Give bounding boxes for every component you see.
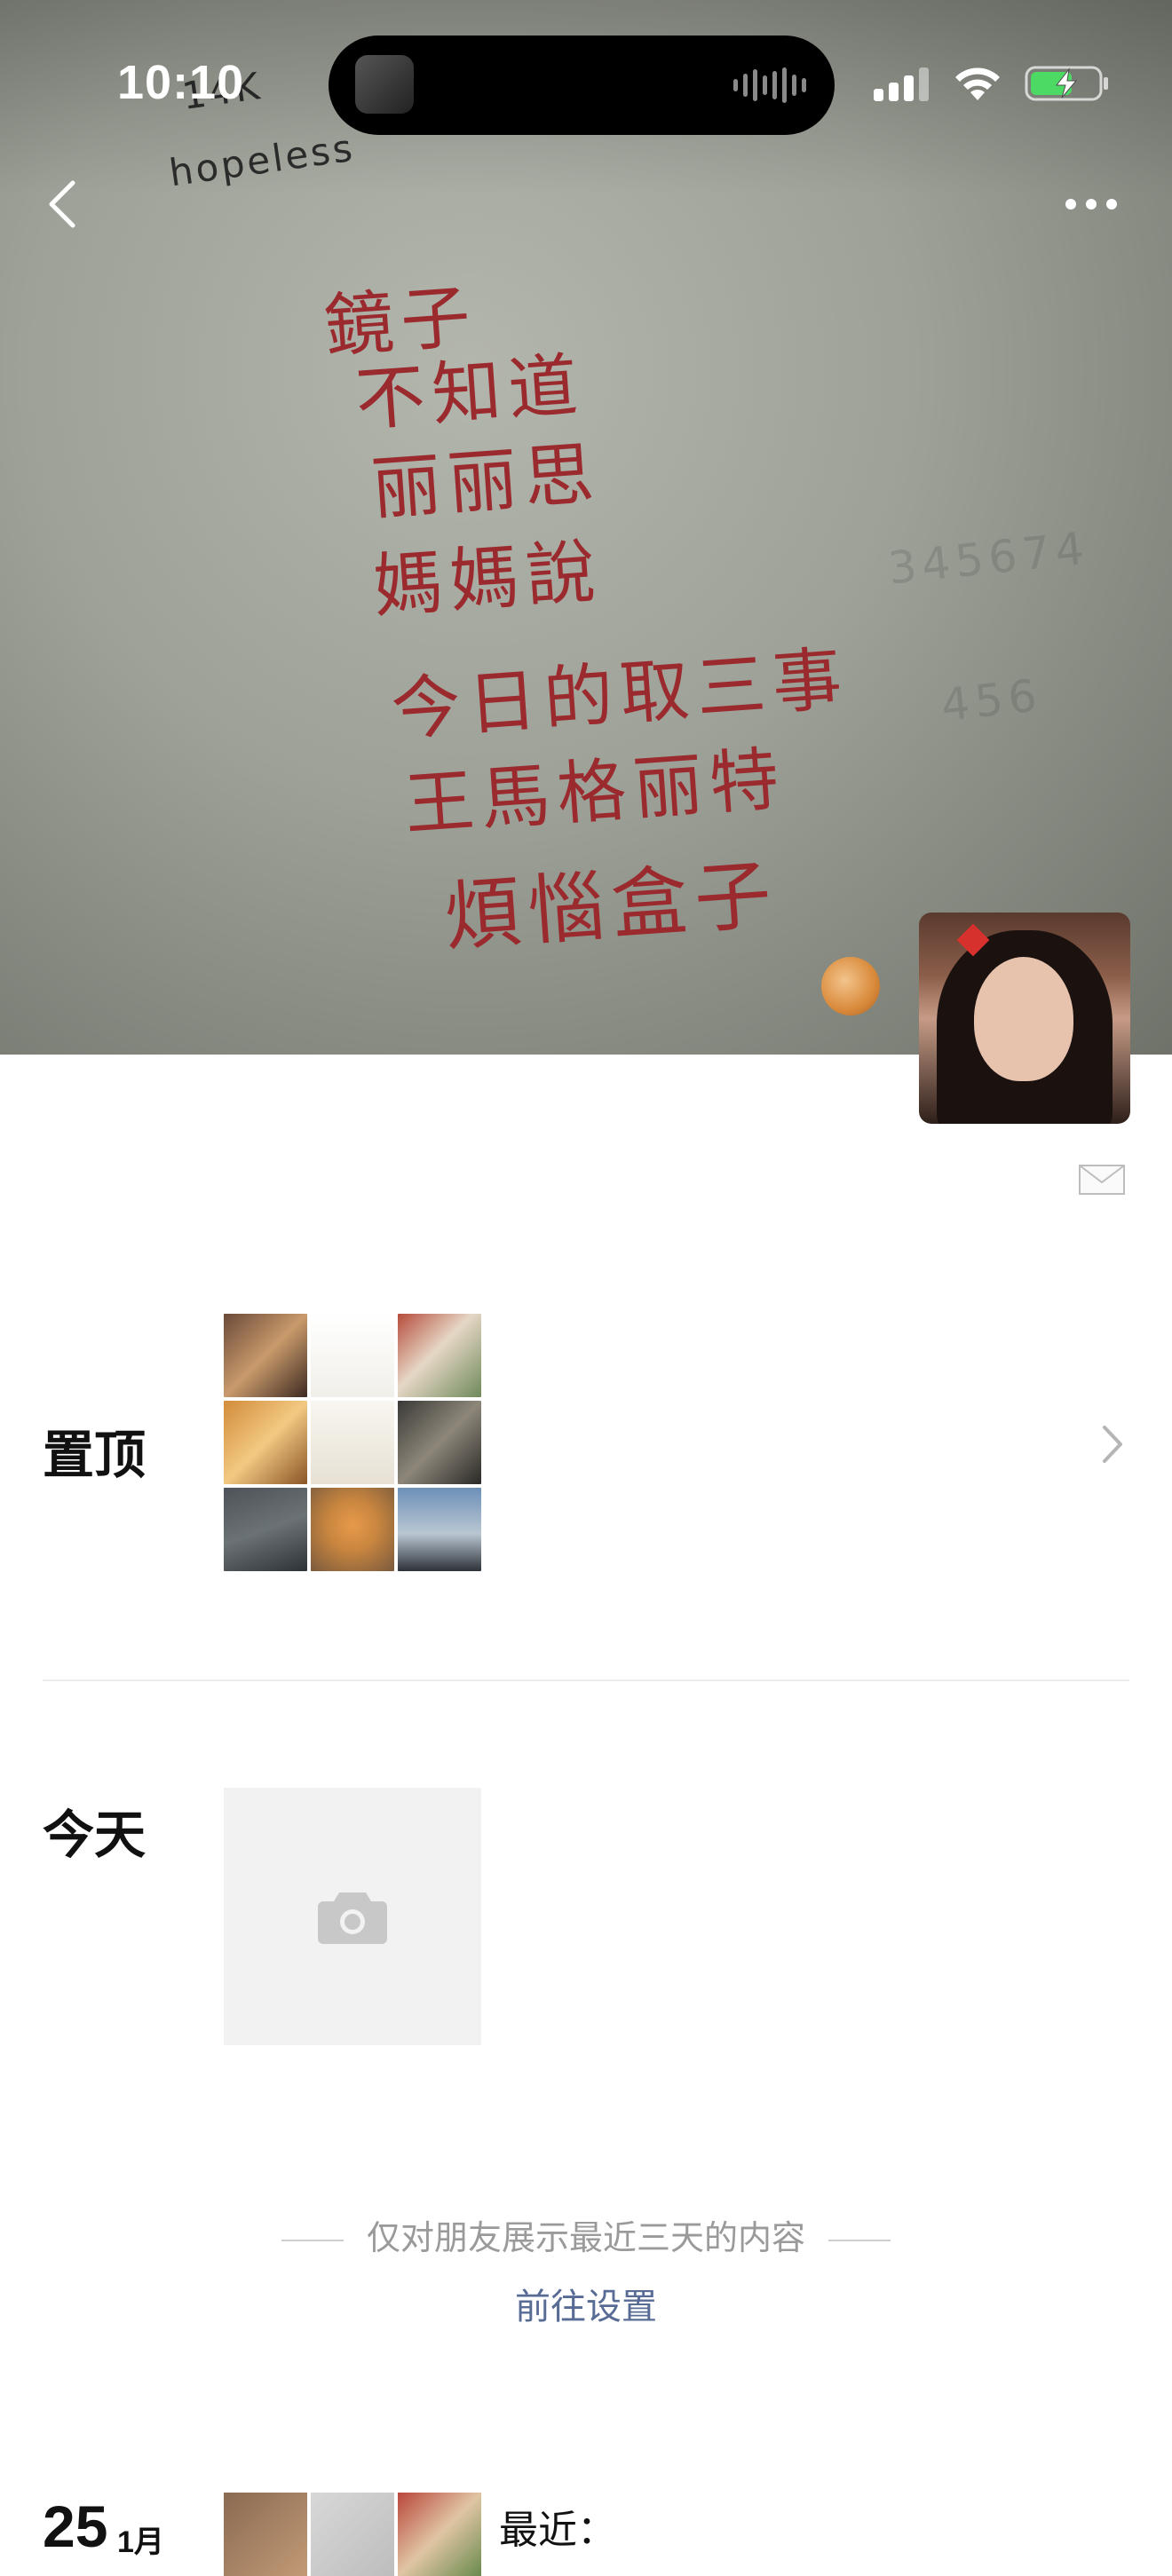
pinned-thumb-6 xyxy=(398,1401,481,1484)
entry-day: 25 xyxy=(43,2493,108,2559)
pinned-thumb-9 xyxy=(398,1488,481,1571)
camera-icon xyxy=(318,1892,387,1944)
status-time: 10:10 xyxy=(117,56,245,109)
dynamic-island[interactable] xyxy=(329,36,835,135)
handwriting-line-7: 煩惱盒子 xyxy=(441,849,781,962)
more-icon[interactable] xyxy=(1060,186,1122,222)
add-photo-button[interactable] xyxy=(224,1788,481,2045)
audio-wave-icon xyxy=(733,67,806,103)
divider xyxy=(43,1679,1129,1681)
entry-thumb-2 xyxy=(311,2493,394,2576)
wifi-icon xyxy=(955,67,1000,100)
now-playing-thumbnail xyxy=(355,55,414,114)
go-to-settings-link[interactable]: 前往设置 xyxy=(0,2278,1172,2329)
privacy-notice-text: 仅对朋友展示最近三天的内容 xyxy=(366,2220,805,2257)
pinned-thumb-1 xyxy=(224,1314,307,1397)
notice-line-left xyxy=(281,2239,344,2241)
handwriting-line-4: 媽媽說 xyxy=(370,532,606,628)
privacy-notice: 仅对朋友展示最近三天的内容 xyxy=(0,2210,1172,2259)
pinned-thumb-3 xyxy=(398,1314,481,1397)
status-badge-icon[interactable] xyxy=(821,957,880,1015)
notice-line-right xyxy=(828,2239,891,2241)
today-label: 今天 xyxy=(43,1806,146,1864)
avatar[interactable] xyxy=(919,913,1130,1124)
entry-thumb-3 xyxy=(398,2493,481,2576)
pinned-label: 置顶 xyxy=(43,1426,146,1484)
chevron-right-icon[interactable] xyxy=(1099,1422,1126,1466)
pinned-thumb-7 xyxy=(224,1488,307,1571)
entry-month: 1月 xyxy=(117,2525,164,2559)
back-icon[interactable] xyxy=(37,178,91,231)
pinned-thumb-8 xyxy=(311,1488,394,1571)
cellular-icon xyxy=(874,67,929,101)
entry-caption[interactable]: 最近： xyxy=(499,2498,616,2555)
cover-image[interactable]: 14K hopeless 345674 456 鏡子 不知道 丽丽思 媽媽說 今… xyxy=(0,0,1172,1055)
pinned-thumb-5 xyxy=(311,1401,394,1484)
status-icons xyxy=(874,64,1110,103)
pinned-photos[interactable] xyxy=(224,1314,481,1571)
entry-thumbnails[interactable] xyxy=(224,2493,481,2576)
handwriting-line-3: 丽丽思 xyxy=(368,434,604,530)
mail-icon[interactable] xyxy=(1079,1165,1127,1197)
pinned-thumb-2 xyxy=(311,1314,394,1397)
cover-word-hopeless: hopeless xyxy=(166,125,358,195)
pinned-thumb-4 xyxy=(224,1401,307,1484)
cover-faint-text-1: 345674 xyxy=(885,522,1092,595)
entry-thumb-1 xyxy=(224,2493,307,2576)
battery-icon xyxy=(1025,66,1108,101)
cover-faint-text-2: 456 xyxy=(938,669,1045,731)
